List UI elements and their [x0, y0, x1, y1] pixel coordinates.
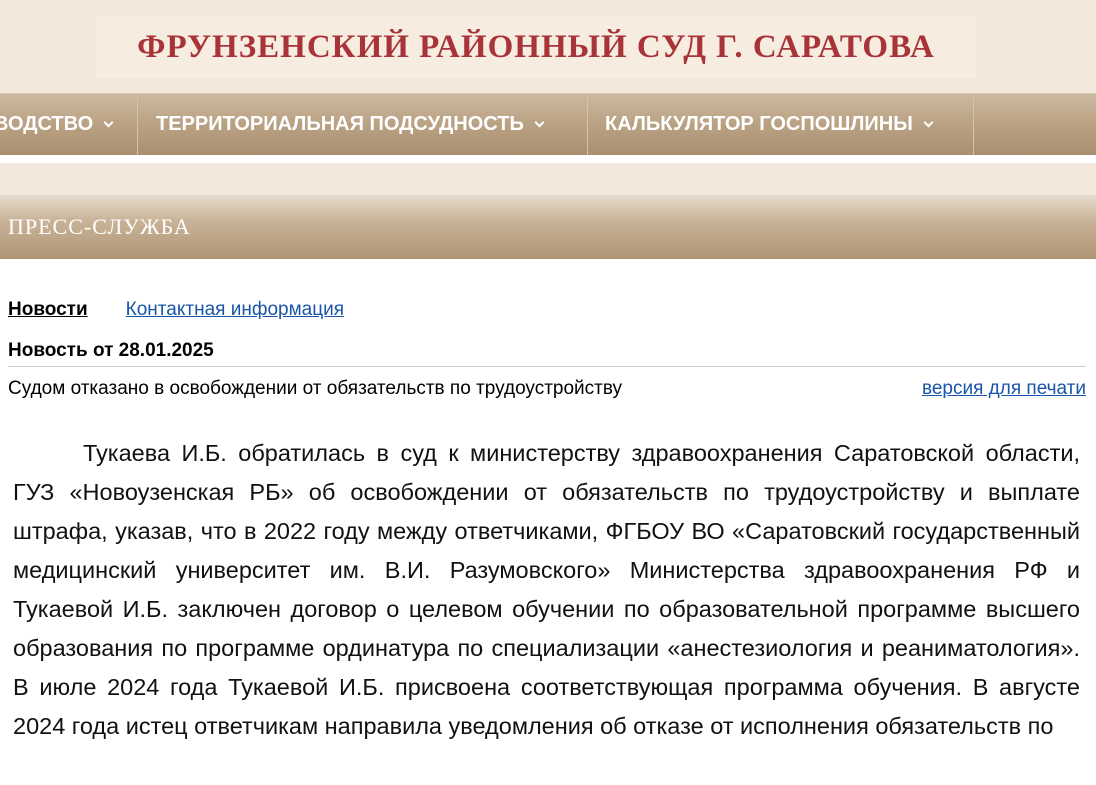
site-title[interactable]: ФРУНЗЕНСКИЙ РАЙОННЫЙ СУД Г. САРАТОВА	[137, 29, 935, 66]
site-title-box: ФРУНЗЕНСКИЙ РАЙОННЫЙ СУД Г. САРАТОВА	[96, 16, 976, 78]
divider	[0, 155, 1096, 163]
nav-item-fee-calculator[interactable]: КАЛЬКУЛЯТОР ГОСПОШЛИНЫ	[588, 94, 974, 155]
chevron-down-icon	[534, 117, 545, 128]
news-subject: Судом отказано в освобождении от обязате…	[8, 378, 623, 399]
section-tabs: Новости Контактная информация	[8, 297, 344, 323]
nav-item-jurisdiction[interactable]: ТЕРРИТОРИАЛЬНАЯ ПОДСУДНОСТЬ	[138, 94, 588, 155]
print-version-link[interactable]: версия для печати	[922, 378, 1086, 400]
nav-item-label: ВОДСТВО	[0, 113, 94, 135]
tab-news[interactable]: Новости	[8, 299, 88, 321]
decorative-band	[0, 163, 1096, 195]
chevron-down-icon	[103, 117, 114, 128]
tab-contacts[interactable]: Контактная информация	[126, 299, 344, 321]
nav-item-label: КАЛЬКУЛЯТОР ГОСПОШЛИНЫ	[605, 113, 913, 135]
news-date: Новость от 28.01.2025	[8, 340, 1086, 367]
section-header: ПРЕСС-СЛУЖБА	[0, 195, 1096, 259]
news-body: Тукаева И.Б. обратилась в суд к министер…	[13, 440, 1080, 739]
chevron-down-icon	[923, 117, 934, 128]
nav-item-label: ТЕРРИТОРИАЛЬНАЯ ПОДСУДНОСТЬ	[156, 113, 524, 135]
header-band: ФРУНЗЕНСКИЙ РАЙОННЫЙ СУД Г. САРАТОВА	[0, 0, 1096, 93]
nav-item-proceedings[interactable]: ВОДСТВО	[0, 94, 138, 155]
news-header-row: Судом отказано в освобождении от обязате…	[8, 378, 1086, 404]
nav-empty-area	[974, 94, 1096, 155]
section-title: ПРЕСС-СЛУЖБА	[8, 214, 191, 239]
main-navigation: ВОДСТВО ТЕРРИТОРИАЛЬНАЯ ПОДСУДНОСТЬ КАЛЬ…	[0, 93, 1096, 155]
